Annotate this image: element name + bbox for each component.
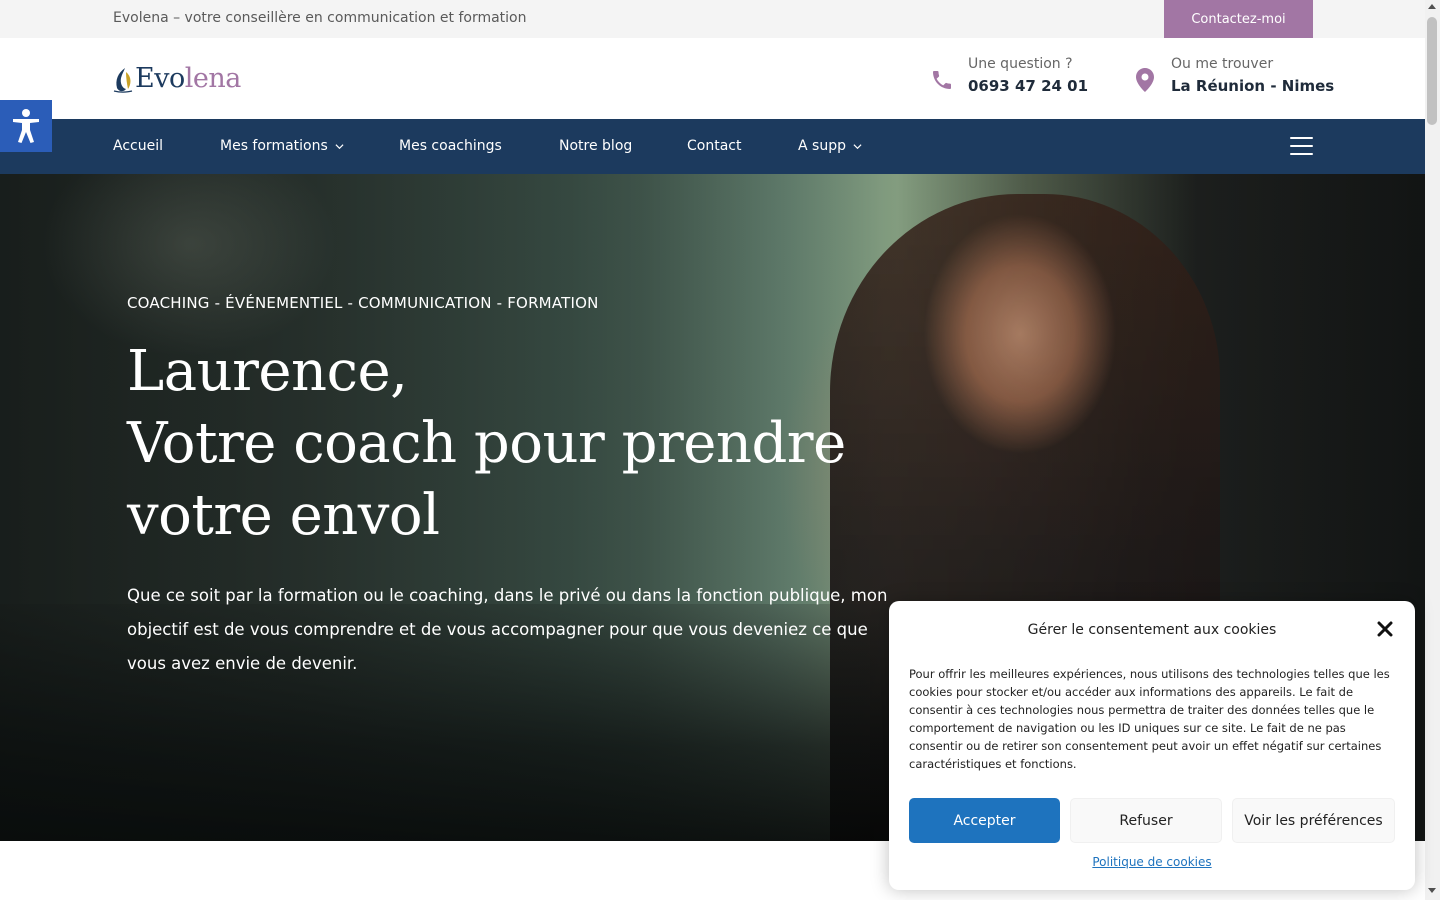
chevron-down-icon xyxy=(853,144,862,150)
cookie-consent-dialog: Gérer le consentement aux cookies Pour o… xyxy=(889,601,1415,890)
nav-item-label: A supp xyxy=(798,138,846,154)
nav-item-label: Accueil xyxy=(113,138,163,154)
location-value: La Réunion - Nimes xyxy=(1171,77,1335,95)
logo-text: Evolena xyxy=(135,64,241,94)
nav-item-label: Notre blog xyxy=(559,138,633,154)
phone-contact[interactable]: Une question ? 0693 47 24 01 xyxy=(928,54,1088,98)
logo-text-part2: lena xyxy=(184,63,242,94)
logo-text-part1: Evo xyxy=(135,63,185,94)
nav-item-contact[interactable]: Contact xyxy=(687,138,741,155)
nav-item-label: Mes formations xyxy=(220,138,328,154)
contact-me-button[interactable]: Contactez-moi xyxy=(1164,0,1313,38)
location-pin-icon xyxy=(1131,66,1159,94)
hero-description: Que ce soit par la formation ou le coach… xyxy=(127,586,888,673)
site-header: Evolena Une question ? 0693 47 24 01 Ou … xyxy=(0,38,1425,119)
top-bar: Evolena – votre conseillère en communica… xyxy=(0,0,1425,38)
phone-label: Une question ? xyxy=(968,56,1073,72)
hero-title-line: Laurence, xyxy=(127,339,408,404)
phone-icon xyxy=(928,66,956,94)
accessibility-icon xyxy=(13,109,39,143)
location-label: Ou me trouver xyxy=(1171,56,1274,72)
nav-item-mes-coachings[interactable]: Mes coachings xyxy=(399,138,502,155)
hamburger-icon[interactable] xyxy=(1290,135,1313,157)
scrollbar-thumb[interactable] xyxy=(1427,17,1437,125)
refuse-cookies-button[interactable]: Refuser xyxy=(1070,798,1222,843)
hero-title: Laurence, Votre coach pour prendre votre… xyxy=(127,336,947,552)
hero-title-line: votre envol xyxy=(127,483,440,548)
cookie-policy-link[interactable]: Politique de cookies xyxy=(889,855,1415,869)
phone-number[interactable]: 0693 47 24 01 xyxy=(968,74,1088,98)
nav-item-notre-blog[interactable]: Notre blog xyxy=(559,138,632,155)
nav-item-label: Mes coachings xyxy=(399,138,502,154)
hero-kicker: COACHING - ÉVÉNEMENTIEL - COMMUNICATION … xyxy=(127,294,599,312)
site-logo[interactable]: Evolena xyxy=(112,64,241,94)
page-scrollbar[interactable] xyxy=(1425,0,1440,900)
nav-item-label: Contact xyxy=(687,138,742,154)
view-preferences-button[interactable]: Voir les préférences xyxy=(1232,798,1395,843)
accept-cookies-button[interactable]: Accepter xyxy=(909,798,1060,843)
hero-title-line: Votre coach pour prendre xyxy=(127,411,846,476)
nav-item-accueil[interactable]: Accueil xyxy=(113,138,163,155)
main-nav: Accueil Mes formations Mes coachings Not… xyxy=(0,119,1425,174)
chevron-down-icon xyxy=(335,144,344,150)
nav-item-a-supp[interactable]: A supp xyxy=(798,138,862,155)
location-info: Ou me trouver La Réunion - Nimes xyxy=(1131,54,1334,98)
nav-item-mes-formations[interactable]: Mes formations xyxy=(220,138,344,155)
cookie-dialog-body: Pour offrir les meilleures expériences, … xyxy=(909,667,1390,771)
logo-leaf-icon xyxy=(113,68,133,93)
scroll-down-arrow-icon[interactable] xyxy=(1428,888,1436,893)
scroll-up-arrow-icon[interactable] xyxy=(1428,4,1436,9)
cookie-dialog-title: Gérer le consentement aux cookies xyxy=(1027,622,1277,638)
close-icon[interactable] xyxy=(1376,620,1394,638)
accessibility-button[interactable] xyxy=(0,100,52,152)
site-tagline: Evolena – votre conseillère en communica… xyxy=(113,10,527,26)
